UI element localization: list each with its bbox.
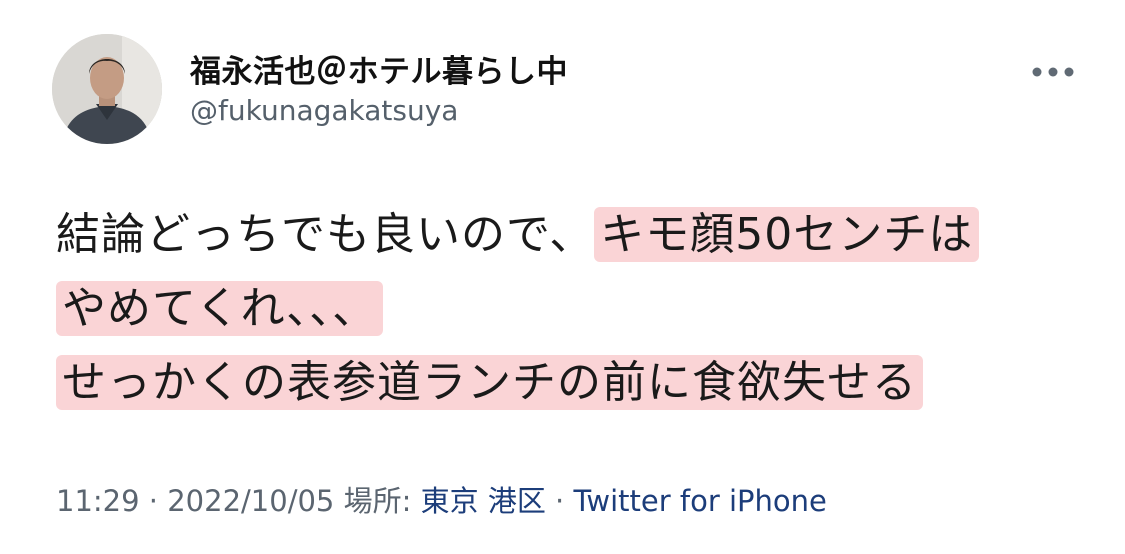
tweet-time[interactable]: 11:29 [56, 484, 140, 518]
tweet-metadata: 11:29 · 2022/10/05 場所: 東京 港区 · Twitter f… [56, 478, 827, 520]
tweet-body: 結論どっちでも良いので、 キモ顔50センチは やめてくれ、、、 せっかくの表参道ラ… [56, 198, 1086, 420]
avatar[interactable] [52, 34, 162, 144]
tweet-line-2: やめてくれ、、、 [56, 272, 1086, 346]
location-label: 場所: [343, 484, 421, 518]
tweet-line-1: 結論どっちでも良いので、 キモ顔50センチは [56, 198, 1086, 272]
highlighted-text: やめてくれ、、、 [56, 281, 384, 336]
user-handle[interactable]: @fukunagakatsuya [190, 94, 458, 127]
separator: · [139, 484, 168, 518]
separator: · [545, 484, 574, 518]
tweet-line-3: せっかくの表参道ランチの前に食欲失せる [56, 346, 1086, 420]
tweet-card: 福永活也＠ホテル暮らし中 @fukunagakatsuya 結論どっちでも良いの… [0, 0, 1125, 554]
highlighted-text: キモ顔50センチは [594, 207, 980, 262]
location-link[interactable]: 東京 港区 [421, 484, 546, 518]
display-name[interactable]: 福永活也＠ホテル暮らし中 [190, 46, 568, 91]
source-link[interactable]: Twitter for iPhone [573, 484, 826, 518]
tweet-date[interactable]: 2022/10/05 [167, 484, 334, 518]
more-horizontal-icon[interactable] [1027, 60, 1079, 84]
highlighted-text: せっかくの表参道ランチの前に食欲失せる [56, 355, 923, 410]
tweet-text-plain: 結論どっちでも良いので、 [56, 209, 595, 260]
